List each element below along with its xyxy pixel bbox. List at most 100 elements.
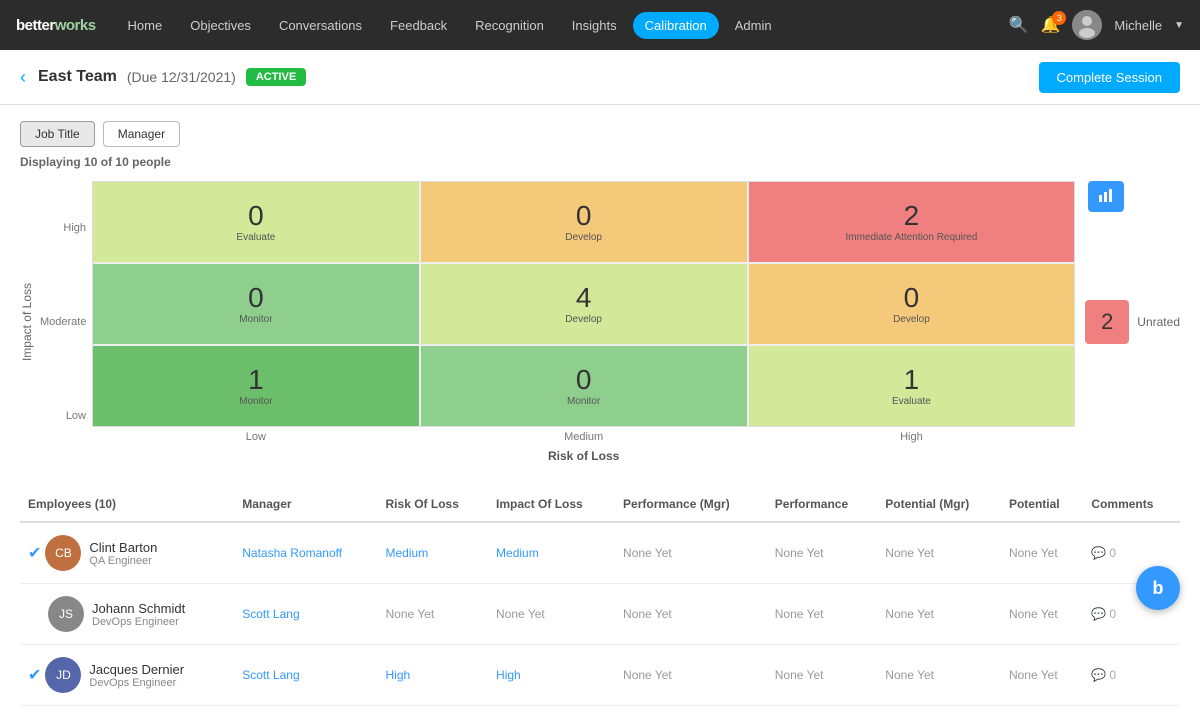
cell-medium-low[interactable]: 0 Monitor [421, 346, 747, 426]
impact-value[interactable]: High [496, 668, 521, 682]
pot-mgr-cell-1: None Yet [877, 584, 1001, 645]
col-potential: Potential [1001, 487, 1083, 522]
risk-cell-2: High [378, 645, 489, 706]
impact-value: None Yet [496, 607, 545, 621]
chat-button[interactable]: b [1136, 566, 1180, 610]
displaying-text: Displaying 10 of 10 people [20, 155, 1180, 169]
col-performance-mgr: Performance (Mgr) [615, 487, 767, 522]
cell-low-high[interactable]: 0 Evaluate [93, 182, 419, 262]
row-check-icon: ✔ [28, 665, 41, 685]
perf-cell-0: None Yet [767, 522, 878, 584]
impact-cell-0: Medium [488, 522, 615, 584]
cell-low-moderate[interactable]: 0 Monitor [93, 264, 419, 344]
cell-medium-moderate[interactable]: 4 Develop [421, 264, 747, 344]
nav-conversations[interactable]: Conversations [267, 12, 374, 39]
comment-icon: 💬 [1091, 607, 1106, 621]
cell-medium-high[interactable]: 0 Develop [421, 182, 747, 262]
chart-icon-button[interactable] [1088, 181, 1124, 212]
comment-icon: 💬 [1091, 546, 1106, 560]
session-due-date: (Due 12/31/2021) [127, 69, 236, 85]
user-menu[interactable]: Michelle [1114, 18, 1162, 33]
employee-avatar: JS [48, 596, 84, 632]
employee-name: Jacques Dernier [89, 662, 184, 677]
employee-avatar: CB [45, 535, 81, 571]
app-logo: betterworks [16, 17, 96, 34]
nav-home[interactable]: Home [116, 12, 175, 39]
cell-low-high-label: Evaluate [236, 232, 275, 243]
employee-cell-2: ✔ JD Jacques Dernier DevOps Engineer [20, 645, 234, 706]
complete-session-button[interactable]: Complete Session [1039, 62, 1181, 93]
comments-cell-2: 💬0 [1083, 645, 1180, 706]
manager-link[interactable]: Scott Lang [242, 607, 299, 621]
manager-cell-2: Scott Lang [234, 645, 377, 706]
perf-mgr-cell-2: None Yet [615, 645, 767, 706]
impact-cell-2: High [488, 645, 615, 706]
cell-medium-low-label: Monitor [567, 396, 600, 407]
employee-name: Clint Barton [89, 540, 157, 555]
user-dropdown-chevron[interactable]: ▼ [1174, 20, 1184, 31]
main-content: Job Title Manager Displaying 10 of 10 pe… [0, 105, 1200, 722]
perf-value: None Yet [775, 607, 824, 621]
status-badge: ACTIVE [246, 68, 306, 86]
cell-high-low[interactable]: 1 Evaluate [749, 346, 1075, 426]
nav-insights[interactable]: Insights [560, 12, 629, 39]
notification-icon[interactable]: 🔔 3 [1040, 15, 1060, 35]
x-label-low: Low [92, 431, 420, 443]
risk-value[interactable]: Medium [386, 546, 429, 560]
y-tick-moderate: Moderate [40, 316, 86, 328]
cell-high-high[interactable]: 2 Immediate Attention Required [749, 182, 1075, 262]
notification-badge: 3 [1052, 11, 1066, 25]
table-row: ✔ JD Jacques Dernier DevOps Engineer Sco… [20, 645, 1180, 706]
nav-recognition[interactable]: Recognition [463, 12, 556, 39]
risk-value[interactable]: High [386, 668, 411, 682]
employee-title: DevOps Engineer [92, 616, 185, 628]
manager-cell-0: Natasha Romanoff [234, 522, 377, 584]
y-axis-ticks: High Moderate Low [40, 181, 92, 463]
perf-value: None Yet [775, 668, 824, 682]
manager-link[interactable]: Natasha Romanoff [242, 546, 342, 560]
top-navigation: betterworks Home Objectives Conversation… [0, 0, 1200, 50]
y-axis-label: Impact of Loss [20, 283, 34, 361]
perf-mgr-cell-0: None Yet [615, 522, 767, 584]
cell-high-low-label: Evaluate [892, 396, 931, 407]
search-icon[interactable]: 🔍 [1009, 15, 1029, 35]
cell-medium-moderate-value: 4 [576, 284, 592, 312]
nav-objectives[interactable]: Objectives [178, 12, 263, 39]
cell-high-moderate-value: 0 [904, 284, 920, 312]
risk-cell-0: Medium [378, 522, 489, 584]
col-potential-mgr: Potential (Mgr) [877, 487, 1001, 522]
manager-filter[interactable]: Manager [103, 121, 180, 147]
comment-count: 0 [1109, 546, 1116, 560]
pot-value: None Yet [1009, 668, 1058, 682]
employee-cell-1: JS Johann Schmidt DevOps Engineer [20, 584, 234, 645]
pot-value: None Yet [1009, 607, 1058, 621]
comment-icon: 💬 [1091, 668, 1106, 682]
cell-high-moderate[interactable]: 0 Develop [749, 264, 1075, 344]
nav-feedback[interactable]: Feedback [378, 12, 459, 39]
y-tick-high: High [40, 222, 86, 234]
impact-value[interactable]: Medium [496, 546, 539, 560]
cell-low-low[interactable]: 1 Monitor [93, 346, 419, 426]
cell-low-moderate-label: Monitor [239, 314, 272, 325]
x-label-high: High [748, 431, 1076, 443]
col-impact-of-loss: Impact Of Loss [488, 487, 615, 522]
pot-mgr-value: None Yet [885, 668, 934, 682]
nav-admin[interactable]: Admin [723, 12, 784, 39]
risk-cell-1: None Yet [378, 584, 489, 645]
perf-cell-1: None Yet [767, 584, 878, 645]
manager-link[interactable]: Scott Lang [242, 668, 299, 682]
unrated-label: Unrated [1137, 315, 1180, 329]
table-row: ✔ CB Clint Barton QA Engineer Natasha Ro… [20, 522, 1180, 584]
back-button[interactable]: ‹ [20, 67, 26, 88]
risk-value: None Yet [386, 607, 435, 621]
nav-calibration[interactable]: Calibration [633, 12, 719, 39]
pot-mgr-cell-2: None Yet [877, 645, 1001, 706]
pot-cell-1: None Yet [1001, 584, 1083, 645]
job-title-filter[interactable]: Job Title [20, 121, 95, 147]
cell-low-low-value: 1 [248, 366, 264, 394]
perf-mgr-value: None Yet [623, 607, 672, 621]
subheader: ‹ East Team (Due 12/31/2021) ACTIVE Comp… [0, 50, 1200, 105]
perf-cell-2: None Yet [767, 645, 878, 706]
session-title: East Team [38, 68, 117, 86]
comment-count: 0 [1109, 668, 1116, 682]
